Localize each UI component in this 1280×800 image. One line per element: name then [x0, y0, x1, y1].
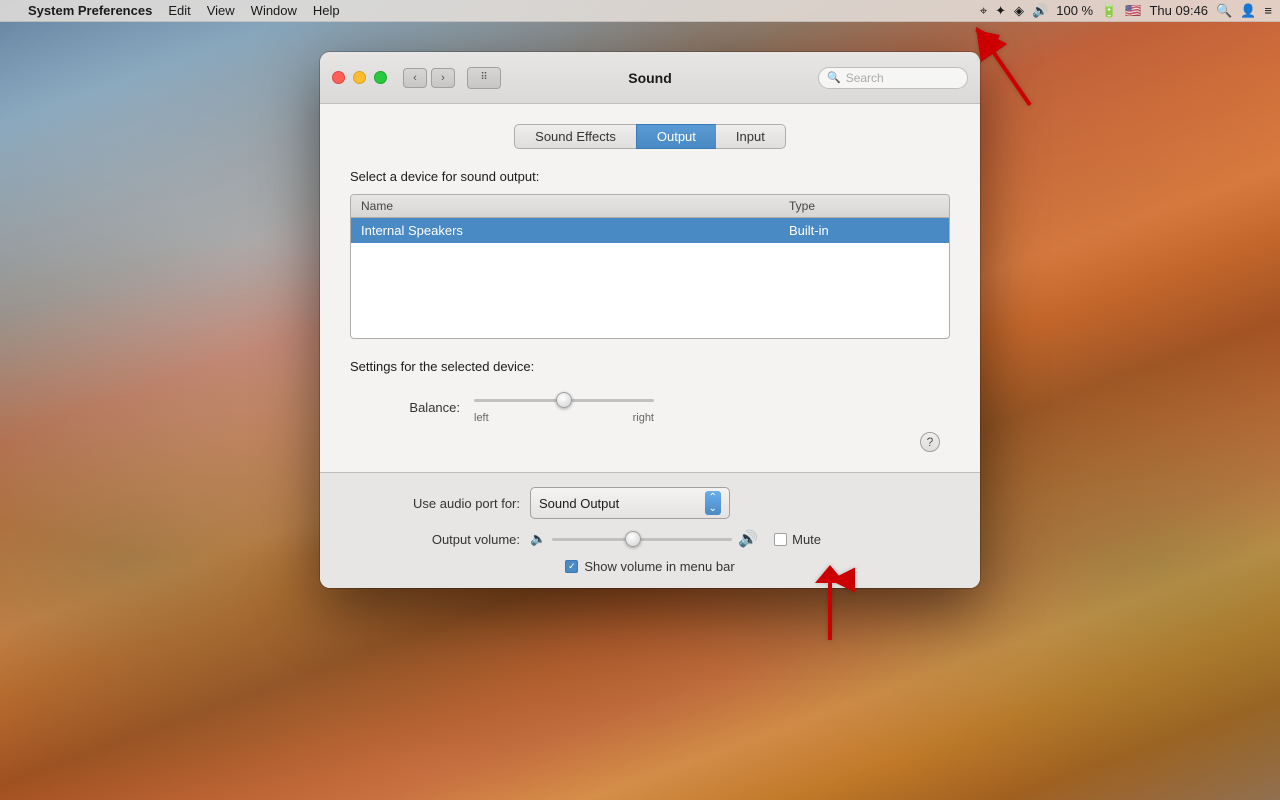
bottom-section: Use audio port for: Sound Output ⌃⌄ Outp… [320, 472, 980, 588]
search-icon[interactable]: 🔍 [1216, 3, 1232, 19]
nav-buttons: ‹ › [403, 68, 455, 88]
menubar-window[interactable]: Window [251, 3, 297, 18]
tabs-container: Sound Effects Output Input [350, 124, 950, 149]
settings-heading: Settings for the selected device: [350, 359, 950, 374]
menubar: System Preferences Edit View Window Help… [0, 0, 1280, 22]
menubar-help[interactable]: Help [313, 3, 340, 18]
show-volume-checkbox[interactable]: ✓ [565, 560, 578, 573]
maximize-button[interactable] [374, 71, 387, 84]
window-content: Sound Effects Output Input Select a devi… [320, 104, 980, 472]
titlebar: ‹ › ⠿ Sound 🔍 Search [320, 52, 980, 104]
back-button[interactable]: ‹ [403, 68, 427, 88]
forward-button[interactable]: › [431, 68, 455, 88]
chevron-down-icon: ⌃⌄ [705, 491, 721, 515]
balance-label: Balance: [380, 400, 460, 415]
table-body: Internal Speakers Built-in [351, 218, 949, 338]
th-type: Type [789, 199, 939, 213]
search-box-icon: 🔍 [827, 71, 841, 84]
sound-preferences-window: ‹ › ⠿ Sound 🔍 Search Sound Effects Outpu… [320, 52, 980, 588]
audio-port-select[interactable]: Sound Output ⌃⌄ [530, 487, 730, 519]
show-volume-label: Show volume in menu bar [584, 559, 734, 574]
minimize-button[interactable] [353, 71, 366, 84]
balance-slider[interactable] [474, 390, 654, 410]
wifi-icon: ◈ [1014, 3, 1024, 19]
table-header: Name Type [351, 195, 949, 218]
audio-port-label: Use audio port for: [350, 496, 520, 511]
device-table: Name Type Internal Speakers Built-in [350, 194, 950, 339]
notification-icon[interactable]: ≡ [1264, 3, 1272, 18]
search-placeholder: Search [846, 71, 884, 85]
mute-area: Mute [774, 532, 821, 547]
device-section-heading: Select a device for sound output: [350, 169, 950, 184]
show-volume-row: ✓ Show volume in menu bar [350, 559, 950, 574]
volume-control-row: 🔈 🔊 Mute [530, 529, 821, 549]
balance-left-label: left [474, 412, 489, 424]
battery-icon: 🔋 [1101, 3, 1117, 19]
search-box[interactable]: 🔍 Search [818, 67, 968, 89]
menubar-edit[interactable]: Edit [168, 3, 190, 18]
menubar-view[interactable]: View [207, 3, 235, 18]
tab-output[interactable]: Output [636, 124, 716, 149]
tab-sound-effects[interactable]: Sound Effects [514, 124, 636, 149]
close-button[interactable] [332, 71, 345, 84]
th-name: Name [361, 199, 789, 213]
bluetooth-icon: ✦ [995, 3, 1006, 19]
avatar-icon[interactable]: 👤 [1240, 3, 1256, 19]
balance-right-label: right [633, 412, 654, 424]
volume-high-icon: 🔊 [738, 529, 758, 549]
tab-input[interactable]: Input [716, 124, 786, 149]
window-title: Sound [628, 70, 672, 86]
clock: Thu 09:46 [1149, 3, 1208, 18]
audio-port-row: Use audio port for: Sound Output ⌃⌄ [350, 487, 950, 519]
target-icon: ⌖ [980, 3, 987, 19]
audio-port-value: Sound Output [539, 496, 699, 511]
balance-row: Balance: left right [350, 390, 950, 424]
flag-icon: 🇺🇸 [1125, 3, 1141, 19]
mute-label: Mute [792, 532, 821, 547]
output-volume-label: Output volume: [350, 532, 520, 547]
table-row[interactable]: Internal Speakers Built-in [351, 218, 949, 243]
battery-percent: 100 % [1056, 3, 1093, 18]
grid-view-button[interactable]: ⠿ [467, 67, 501, 89]
balance-labels: left right [474, 412, 654, 424]
volume-low-icon: 🔈 [530, 531, 546, 547]
mute-checkbox[interactable] [774, 533, 787, 546]
traffic-lights [332, 71, 387, 84]
volume-slider[interactable] [552, 529, 732, 549]
output-volume-row: Output volume: 🔈 🔊 Mute [350, 529, 950, 549]
device-name: Internal Speakers [361, 223, 789, 238]
menubar-app-name[interactable]: System Preferences [28, 3, 152, 18]
help-button[interactable]: ? [920, 432, 940, 452]
volume-icon[interactable]: 🔊 [1032, 3, 1048, 19]
device-type: Built-in [789, 223, 939, 238]
